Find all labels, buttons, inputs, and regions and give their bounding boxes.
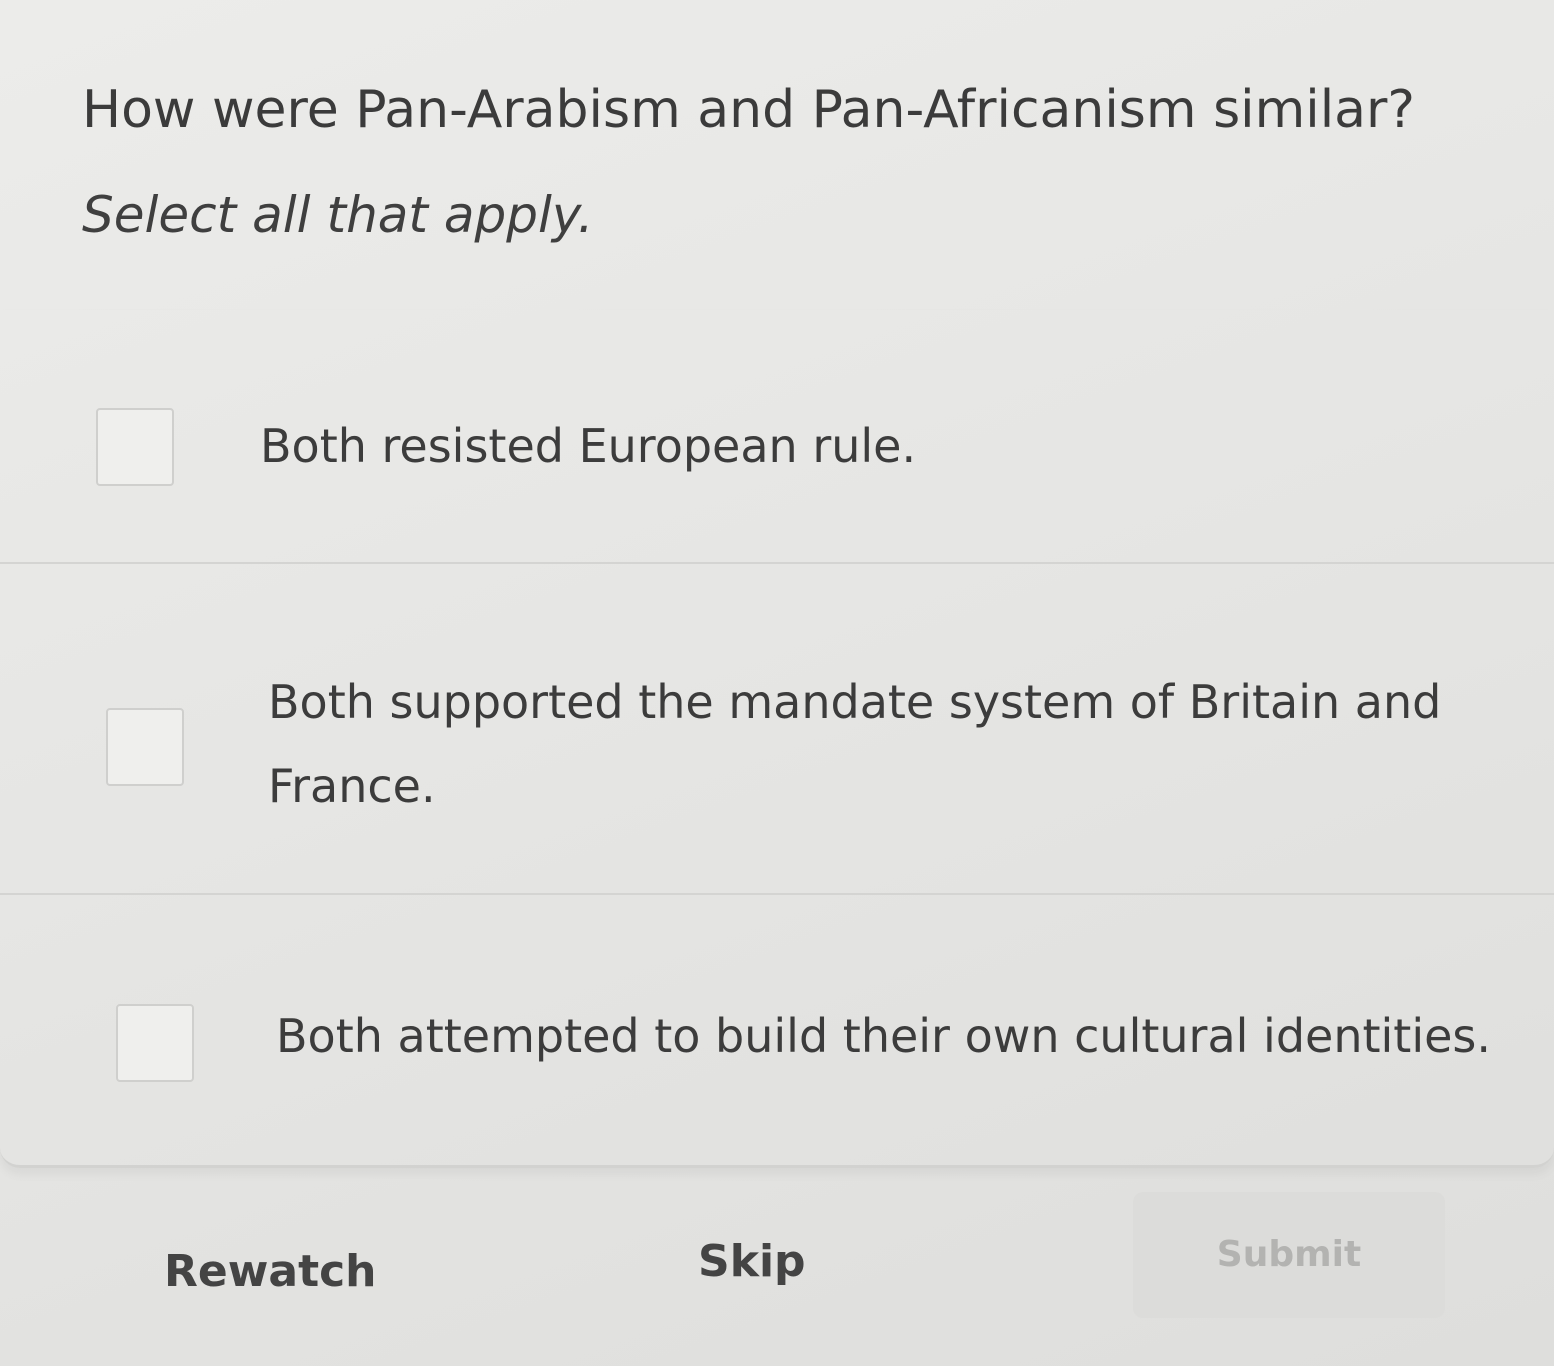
option-2-checkbox[interactable] [106, 708, 184, 786]
option-1-checkbox[interactable] [96, 408, 174, 486]
option-3-checkbox[interactable] [116, 1004, 194, 1082]
option-3-label: Both attempted to build their own cultur… [276, 1009, 1492, 1063]
question-title: How were Pan-Arabism and Pan-Africanism … [82, 80, 1416, 140]
skip-button[interactable]: Skip [698, 1236, 806, 1287]
question-header: How were Pan-Arabism and Pan-Africanism … [82, 70, 1502, 250]
option-divider [0, 893, 1554, 895]
option-1-label: Both resisted European rule. [260, 419, 917, 473]
option-divider [0, 562, 1554, 564]
question-hint: Select all that apply. [82, 186, 594, 244]
option-2-label-line2: France. [268, 759, 436, 813]
submit-button[interactable]: Submit [1133, 1192, 1445, 1318]
option-2-label-line1: Both supported the mandate system of Bri… [268, 675, 1442, 729]
rewatch-button[interactable]: Rewatch [164, 1246, 377, 1297]
